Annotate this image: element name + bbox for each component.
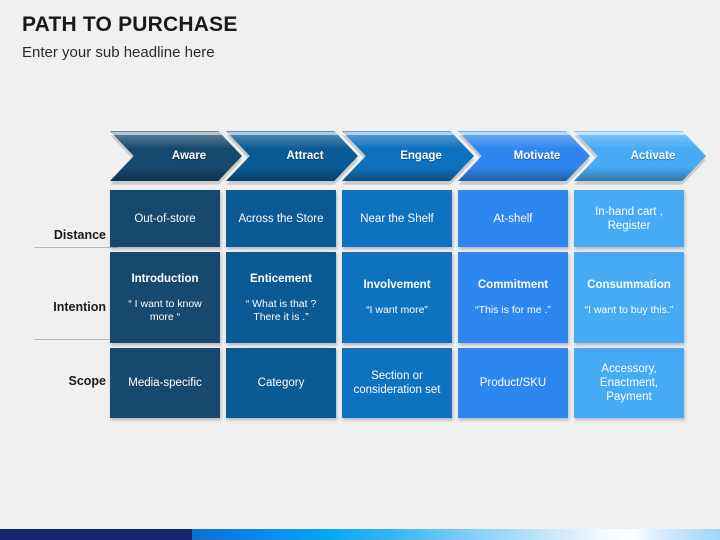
cell-distance-2[interactable]: Across the Store bbox=[226, 190, 336, 247]
cell-text: In-hand cart , Register bbox=[595, 205, 663, 232]
bottom-bar-navy-segment bbox=[0, 529, 192, 540]
cell-text: Product/SKU bbox=[479, 377, 547, 389]
chevron-top-edge-highlight bbox=[460, 132, 576, 135]
stage-chevron-label: Engage bbox=[400, 150, 442, 162]
cell-title: Enticement bbox=[250, 272, 312, 285]
page-title: PATH TO PURCHASE bbox=[22, 13, 238, 36]
matrix-grid: Out-of-store Across the Store Near the She… bbox=[110, 190, 688, 418]
header: PATH TO PURCHASE Enter your sub headline… bbox=[22, 12, 238, 64]
chevron-highlight-band bbox=[110, 131, 242, 148]
cell-quote: “ What is that ? There it is .” bbox=[245, 297, 317, 323]
cell-scope-3[interactable]: Section or consideration set bbox=[342, 348, 452, 418]
cell-text: Media-specific bbox=[128, 377, 202, 389]
cell-intention-5[interactable]: Consummation “I want to buy this.” bbox=[574, 252, 684, 343]
stage-chevron-attract[interactable]: Attract bbox=[226, 131, 358, 181]
chevron-highlight-band bbox=[458, 131, 590, 148]
row-label-scope: Scope bbox=[68, 374, 106, 388]
cell-text: Category bbox=[257, 377, 305, 389]
stage-chevron-row: Aware Attract Engage Motivate Activate bbox=[110, 128, 706, 186]
cell-scope-5[interactable]: Accessory, Enactment, Payment bbox=[574, 348, 684, 418]
bottom-decorative-bar bbox=[0, 529, 720, 540]
cell-distance-1[interactable]: Out-of-store bbox=[110, 190, 220, 247]
cell-title: Commitment bbox=[477, 279, 549, 291]
chevron-top-edge-highlight bbox=[344, 132, 460, 135]
bottom-bar-gradient-segment bbox=[192, 529, 720, 540]
cell-title: Introduction bbox=[131, 272, 199, 285]
chevron-top-edge-highlight bbox=[112, 132, 228, 135]
stage-chevron-label: Activate bbox=[630, 150, 676, 162]
cell-intention-3[interactable]: Involvement “I want more” bbox=[342, 252, 452, 343]
cell-title: Consummation bbox=[587, 279, 671, 291]
cell-distance-3[interactable]: Near the Shelf bbox=[342, 190, 452, 247]
cell-scope-2[interactable]: Category bbox=[226, 348, 336, 418]
cell-quote: “ I want to know more “ bbox=[128, 297, 202, 323]
cell-distance-5[interactable]: In-hand cart , Register bbox=[574, 190, 684, 247]
cell-quote: “I want to buy this.” bbox=[584, 304, 674, 316]
row-divider bbox=[34, 339, 118, 340]
stage-chevron-label: Motivate bbox=[513, 150, 561, 162]
row-label-distance: Distance bbox=[53, 228, 106, 242]
path-to-purchase-diagram: Aware Attract Engage Motivate Activate Dista… bbox=[0, 128, 720, 418]
cell-intention-2[interactable]: Enticement “ What is that ? There it is .… bbox=[226, 252, 336, 343]
row-label-intention: Intention bbox=[53, 300, 106, 314]
stage-chevron-activate[interactable]: Activate bbox=[574, 131, 706, 181]
stage-chevron-engage[interactable]: Engage bbox=[342, 131, 474, 181]
row-divider bbox=[34, 247, 118, 248]
chevron-highlight-band bbox=[226, 131, 358, 148]
chevron-highlight-band bbox=[342, 131, 474, 148]
cell-quote: “This is for me .” bbox=[475, 304, 551, 316]
cell-text: Section or consideration set bbox=[353, 370, 441, 396]
cell-text: Near the Shelf bbox=[360, 212, 434, 225]
cell-text: Across the Store bbox=[238, 212, 324, 225]
cell-text: Out-of-store bbox=[134, 212, 196, 225]
stage-chevron-label: Aware bbox=[171, 150, 207, 162]
stage-chevron-motivate[interactable]: Motivate bbox=[458, 131, 590, 181]
cell-text: At-shelf bbox=[493, 212, 533, 225]
cell-scope-4[interactable]: Product/SKU bbox=[458, 348, 568, 418]
cell-quote: “I want more” bbox=[366, 304, 428, 316]
chevron-top-edge-highlight bbox=[228, 132, 344, 135]
stage-chevron-label: Attract bbox=[286, 150, 324, 162]
cell-title: Involvement bbox=[363, 279, 431, 291]
cell-distance-4[interactable]: At-shelf bbox=[458, 190, 568, 247]
page-subtitle: Enter your sub headline here bbox=[22, 44, 215, 61]
row-label-column: Distance Intention Scope bbox=[12, 190, 118, 418]
cell-scope-1[interactable]: Media-specific bbox=[110, 348, 220, 418]
cell-text: Accessory, Enactment, Payment bbox=[599, 363, 659, 403]
cell-intention-1[interactable]: Introduction “ I want to know more “ bbox=[110, 252, 220, 343]
cell-intention-4[interactable]: Commitment “This is for me .” bbox=[458, 252, 568, 343]
chevron-top-edge-highlight bbox=[576, 132, 692, 135]
stage-chevron-aware[interactable]: Aware bbox=[110, 131, 242, 181]
chevron-highlight-band bbox=[574, 131, 706, 148]
